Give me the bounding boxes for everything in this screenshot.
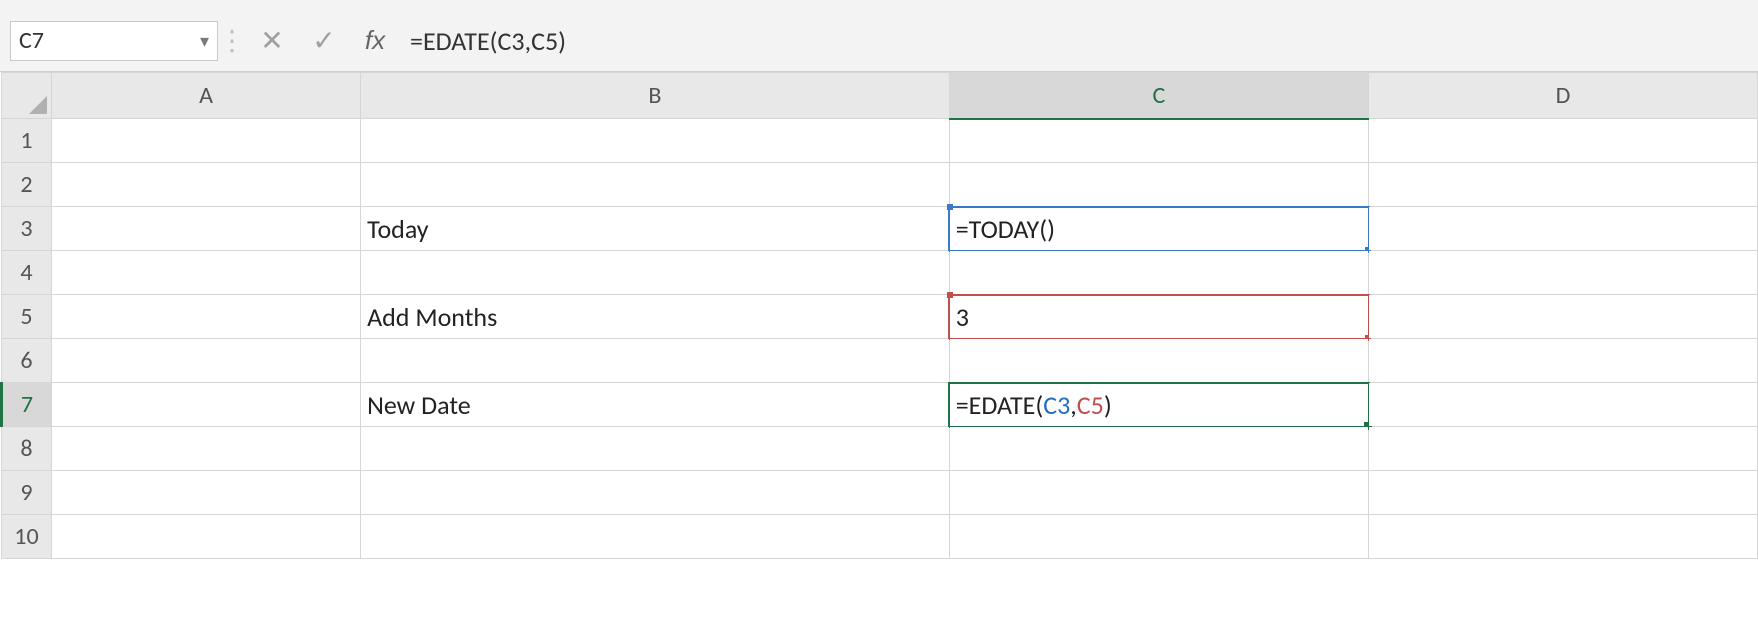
formula-text-prefix: =EDATE( xyxy=(410,25,498,57)
row-10: 10 xyxy=(2,515,1758,559)
cell-B2[interactable] xyxy=(361,163,950,207)
row-header-4[interactable]: 4 xyxy=(2,251,52,295)
cell-A4[interactable] xyxy=(51,251,360,295)
column-header-D[interactable]: D xyxy=(1369,73,1758,119)
cell-C7-ref2: C5 xyxy=(1077,389,1104,421)
formula-bar: C7 ▾ ⋮ ✕ ✓ fx =EDATE(C3,C5) xyxy=(0,0,1758,72)
enter-button[interactable]: ✓ xyxy=(298,21,350,61)
cell-B5[interactable]: Add Months xyxy=(361,295,950,339)
insert-function-button[interactable]: fx xyxy=(350,25,400,56)
row-6: 6 xyxy=(2,339,1758,383)
row-3: 3 Today =TODAY() xyxy=(2,207,1758,251)
separator: ⋮ xyxy=(218,23,246,58)
cell-D9[interactable] xyxy=(1369,471,1758,515)
check-icon: ✓ xyxy=(312,23,335,58)
excel-window: C7 ▾ ⋮ ✕ ✓ fx =EDATE(C3,C5) A B C D 1 xyxy=(0,0,1758,632)
cell-D1[interactable] xyxy=(1369,119,1758,163)
cell-B9[interactable] xyxy=(361,471,950,515)
row-7: 7 New Date =EDATE(C3,C5) xyxy=(2,383,1758,427)
cell-A5[interactable] xyxy=(51,295,360,339)
row-header-5[interactable]: 5 xyxy=(2,295,52,339)
cell-A8[interactable] xyxy=(51,427,360,471)
cell-B8[interactable] xyxy=(361,427,950,471)
column-header-row: A B C D xyxy=(2,73,1758,119)
cell-A1[interactable] xyxy=(51,119,360,163)
formula-ref2: C5 xyxy=(531,25,558,57)
row-header-8[interactable]: 8 xyxy=(2,427,52,471)
cell-C8[interactable] xyxy=(949,427,1368,471)
cell-A9[interactable] xyxy=(51,471,360,515)
column-header-B[interactable]: B xyxy=(361,73,950,119)
cell-B3[interactable]: Today xyxy=(361,207,950,251)
cancel-icon: ✕ xyxy=(260,23,283,58)
cell-C10[interactable] xyxy=(949,515,1368,559)
cell-D4[interactable] xyxy=(1369,251,1758,295)
row-header-1[interactable]: 1 xyxy=(2,119,52,163)
row-2: 2 xyxy=(2,163,1758,207)
formula-input[interactable]: =EDATE(C3,C5) xyxy=(400,21,1748,61)
name-box-value: C7 xyxy=(19,26,44,55)
cell-C5[interactable]: 3 xyxy=(949,295,1368,339)
row-header-6[interactable]: 6 xyxy=(2,339,52,383)
row-header-10[interactable]: 10 xyxy=(2,515,52,559)
cell-B4[interactable] xyxy=(361,251,950,295)
cell-D6[interactable] xyxy=(1369,339,1758,383)
cell-D3[interactable] xyxy=(1369,207,1758,251)
cell-D10[interactable] xyxy=(1369,515,1758,559)
formula-ref1: C3 xyxy=(498,25,525,57)
cell-C1[interactable] xyxy=(949,119,1368,163)
cell-C7-suffix: ) xyxy=(1104,389,1112,421)
row-header-2[interactable]: 2 xyxy=(2,163,52,207)
row-9: 9 xyxy=(2,471,1758,515)
spreadsheet-grid[interactable]: A B C D 1 2 3 Today xyxy=(0,72,1758,559)
select-all-corner[interactable] xyxy=(2,73,52,119)
row-header-9[interactable]: 9 xyxy=(2,471,52,515)
cell-B1[interactable] xyxy=(361,119,950,163)
row-4: 4 xyxy=(2,251,1758,295)
row-1: 1 xyxy=(2,119,1758,163)
row-8: 8 xyxy=(2,427,1758,471)
cell-C7-ref1: C3 xyxy=(1043,389,1070,421)
row-5: 5 Add Months 3 xyxy=(2,295,1758,339)
cell-B10[interactable] xyxy=(361,515,950,559)
cell-A2[interactable] xyxy=(51,163,360,207)
cell-D2[interactable] xyxy=(1369,163,1758,207)
cell-C9[interactable] xyxy=(949,471,1368,515)
formula-text-suffix: ) xyxy=(558,25,566,57)
name-box-dropdown-icon[interactable]: ▾ xyxy=(200,30,209,52)
column-header-C[interactable]: C xyxy=(949,73,1368,119)
row-header-3[interactable]: 3 xyxy=(2,207,52,251)
cell-C7[interactable]: =EDATE(C3,C5) xyxy=(949,383,1368,427)
cell-C7-prefix: =EDATE( xyxy=(956,389,1044,421)
fx-label: fx xyxy=(365,25,385,55)
cancel-button[interactable]: ✕ xyxy=(246,21,298,61)
cell-C4[interactable] xyxy=(949,251,1368,295)
row-header-7[interactable]: 7 xyxy=(2,383,52,427)
cell-C6[interactable] xyxy=(949,339,1368,383)
column-header-A[interactable]: A xyxy=(51,73,360,119)
grid-table: A B C D 1 2 3 Today xyxy=(0,72,1758,559)
cell-C2[interactable] xyxy=(949,163,1368,207)
cell-B7[interactable]: New Date xyxy=(361,383,950,427)
cell-C3[interactable]: =TODAY() xyxy=(949,207,1368,251)
cell-A3[interactable] xyxy=(51,207,360,251)
cell-A7[interactable] xyxy=(51,383,360,427)
cell-A6[interactable] xyxy=(51,339,360,383)
name-box[interactable]: C7 ▾ xyxy=(10,21,218,61)
cell-D8[interactable] xyxy=(1369,427,1758,471)
cell-D5[interactable] xyxy=(1369,295,1758,339)
cell-D7[interactable] xyxy=(1369,383,1758,427)
cell-B6[interactable] xyxy=(361,339,950,383)
cell-A10[interactable] xyxy=(51,515,360,559)
